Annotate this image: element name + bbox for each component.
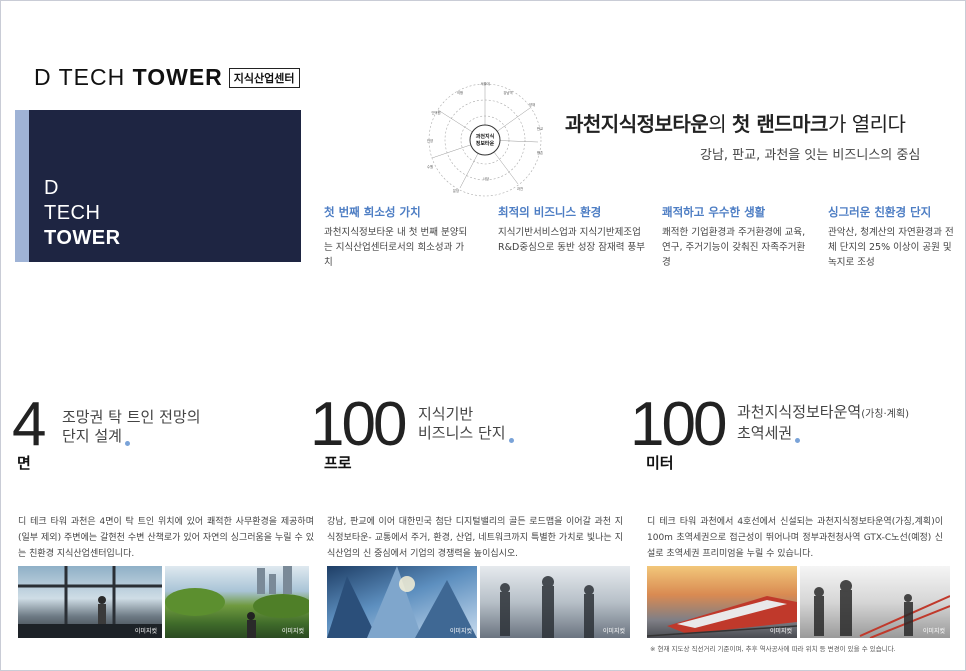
feature-desc: 지식기반서비스업과 지식기반제조업 R&D중심으로 동반 성장 잠재력 풍부 (498, 227, 646, 253)
diagram-node: 판교 (537, 126, 543, 131)
feature-1: 첫 번째 희소성 가치 과천지식정보타운 내 첫 번째 분양되는 지식산업센터로… (324, 204, 472, 270)
body-paragraph-3: 디 테크 타워 과천에서 4호선에서 신설되는 과천지식정보타운역(가칭,계획)… (647, 517, 943, 559)
feature-desc: 과천지식정보타운 내 첫 번째 분양되는 지식산업센터로서의 희소성과 가치 (324, 227, 468, 268)
body-paragraph-1: 디 테크 타워 과천은 4면이 탁 트인 위치에 있어 쾌적한 사무환경을 제공… (18, 517, 314, 559)
feature-4: 싱그러운 친환경 단지 관악산, 청계산의 자연환경과 전체 단지의 25% 이… (828, 204, 960, 270)
photo-caption: 이미지컷 (769, 628, 792, 635)
diagram-node: 수원 (427, 164, 433, 169)
photo-caption: 이미지컷 (281, 628, 304, 635)
photo-station: 이미지컷 (800, 566, 950, 638)
stat-description: 과천지식정보타운역(가칭·계획) 초역세권 (737, 403, 909, 443)
feature-title: 쾌적하고 우수한 생활 (662, 205, 766, 219)
stat-description: 지식기반 비즈니스 단지 (418, 405, 514, 443)
feature-title: 최적의 비즈니스 환경 (498, 205, 602, 219)
photo-caption: 이미지컷 (602, 628, 625, 635)
feature-desc: 관악산, 청계산의 자연환경과 전체 단지의 25% 이상이 공원 및 녹지로 … (828, 227, 954, 268)
footnote: ※ 현재 지도상 직선거리 기준이며, 추후 역사공사에 따라 위치 등 변경이… (650, 645, 896, 653)
diagram-node: 사당 (483, 176, 489, 181)
brand-line-1: D (44, 177, 59, 199)
photo-park-view: 이미지컷 (165, 566, 309, 638)
feature-2: 최적의 비즈니스 환경 지식기반서비스업과 지식기반제조업 R&D중심으로 동반… (498, 204, 646, 255)
logo-subtitle: 지식산업센터 (228, 67, 300, 88)
stat-unit: 면 (17, 454, 31, 472)
diagram-node: 평촌 (537, 150, 543, 155)
feature-desc: 쾌적한 기업환경과 주거환경에 교육, 연구, 주거기능이 갖춰진 자족주거환경 (662, 227, 806, 268)
brand-line-3: TOWER (44, 227, 121, 249)
body-paragraph-2: 강남, 판교에 이어 대한민국 첨단 디지털밸리의 골든 로드맵을 이어갈 과천… (327, 517, 623, 559)
headline: 과천지식정보타운의 첫 랜드마크가 열리다 (565, 112, 906, 136)
feature-title: 첫 번째 희소성 가치 (324, 205, 421, 219)
diagram-node: 양재 (529, 102, 535, 107)
stat-number: 4 (12, 390, 47, 459)
photo-train: 이미지컷 (647, 566, 797, 638)
stat-unit: 프로 (324, 454, 352, 472)
diagram-node: 안양 (427, 138, 433, 143)
photo-commuters: 이미지컷 (480, 566, 630, 638)
accent-dot (124, 441, 130, 446)
brand-stripe (15, 110, 29, 262)
logo-wordmark: D TECH TOWER (34, 64, 223, 90)
stat-description: 조망권 탁 트인 전망의 단지 설계 (62, 408, 201, 446)
accent-dot (508, 438, 514, 443)
diagram-node: 분당 (453, 188, 459, 193)
brand-line-2: TECH (44, 202, 101, 224)
accent-dot (795, 438, 801, 443)
photo-caption: 이미지컷 (449, 628, 472, 635)
diagram-center (469, 124, 501, 156)
photo-caption: 이미지컷 (134, 628, 157, 635)
diagram-node: 의왕 (457, 90, 463, 95)
diagram-node: 인덕원 (431, 110, 440, 115)
diagram-node: 과천 (517, 186, 523, 191)
photo-caption: 이미지컷 (922, 628, 945, 635)
stat-unit: 미터 (646, 454, 674, 472)
diagram-center-label-1: 과천지식 (476, 133, 495, 140)
brand-text: D TECH TOWER (44, 176, 121, 251)
feature-title: 싱그러운 친환경 단지 (828, 205, 932, 219)
stat-number: 100 (310, 390, 407, 459)
diagram-center-label-2: 정보타운 (476, 140, 495, 147)
subheadline: 강남, 판교, 과천을 잇는 비즈니스의 중심 (700, 148, 921, 163)
diagram-node: 강남역 (503, 90, 512, 95)
feature-3: 쾌적하고 우수한 생활 쾌적한 기업환경과 주거환경에 교육, 연구, 주거기능… (662, 204, 810, 270)
diagram-node: 서울대 (480, 81, 489, 86)
stat-number: 100 (630, 390, 727, 459)
photo-office-view: 이미지컷 (18, 566, 162, 638)
logo: D TECH TOWER 지식산업센터 (34, 64, 300, 91)
location-diagram: 과천지식 정보타운 서울대 강남역 양재 판교 평촌 과천 사당 분당 수원 안… (427, 81, 543, 197)
photo-skyscrapers: 이미지컷 (327, 566, 477, 638)
